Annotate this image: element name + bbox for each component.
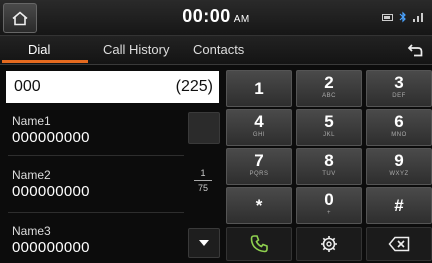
contact-number: 000000000 [12,183,90,200]
scroll-up-button[interactable] [188,112,220,144]
backspace-icon [388,236,410,252]
active-tab-indicator [2,60,88,63]
clock: 00:00 AM [0,6,432,27]
page-indicator: 1 75 [188,168,218,193]
scroll-down-button[interactable] [188,228,220,258]
key-4[interactable]: 4 GHI [226,109,292,146]
key-6[interactable]: 6 MNO [366,109,432,146]
key-2[interactable]: 2 ABC [296,70,362,107]
key-5[interactable]: 5 JKL [296,109,362,146]
contact-number: 000000000 [12,129,90,146]
contact-item[interactable]: Name3 000000000 [12,224,90,256]
tab-dial[interactable]: Dial [28,42,50,57]
clock-time: 00:00 [182,6,231,26]
divider [8,155,184,156]
key-star[interactable]: * [226,187,292,224]
key-0[interactable]: 0 + [296,187,362,224]
dialed-number: 000 [14,78,41,95]
contact-name: Name1 [12,114,51,128]
contact-name: Name2 [12,168,51,182]
key-1[interactable]: 1 [226,70,292,107]
contact-number: 000000000 [12,239,90,256]
clock-ampm: AM [233,14,250,25]
key-9[interactable]: 9 WXYZ [366,148,432,185]
back-icon [407,44,423,57]
page-current: 1 [200,168,206,178]
bluetooth-icon [399,11,406,23]
settings-button[interactable] [296,227,362,261]
battery-icon [382,13,393,21]
back-button[interactable] [402,39,428,61]
match-count: (225) [175,78,213,95]
key-hash[interactable]: # [366,187,432,224]
chevron-down-icon [199,240,209,246]
phone-screen: 00:00 AM Dial Call History Contacts 000 (… [0,0,432,263]
key-3[interactable]: 3 DEF [366,70,432,107]
gear-icon [321,236,337,252]
tab-call-history[interactable]: Call History [103,42,169,57]
call-button[interactable] [226,227,292,261]
status-bar: 00:00 AM [0,0,432,36]
page-divider [194,180,212,181]
dial-number-field[interactable]: 000 (225) [6,71,219,103]
contact-item[interactable]: Name2 000000000 [12,168,90,200]
status-icons [382,11,424,23]
tab-contacts[interactable]: Contacts [193,42,244,57]
key-8[interactable]: 8 TUV [296,148,362,185]
contact-name: Name3 [12,224,51,238]
delete-button[interactable] [366,227,432,261]
call-icon [250,235,268,253]
key-7[interactable]: 7 PQRS [226,148,292,185]
divider [8,212,184,213]
signal-icon [413,13,423,22]
contact-item[interactable]: Name1 000000000 [12,114,90,146]
dial-keypad: 1 2 ABC 3 DEF 4 GHI 5 JKL 6 MNO 7 PQRS 8 TUV 9W… [226,70,432,263]
tab-bar: Dial Call History Contacts [0,36,432,65]
page-total: 75 [197,183,208,193]
